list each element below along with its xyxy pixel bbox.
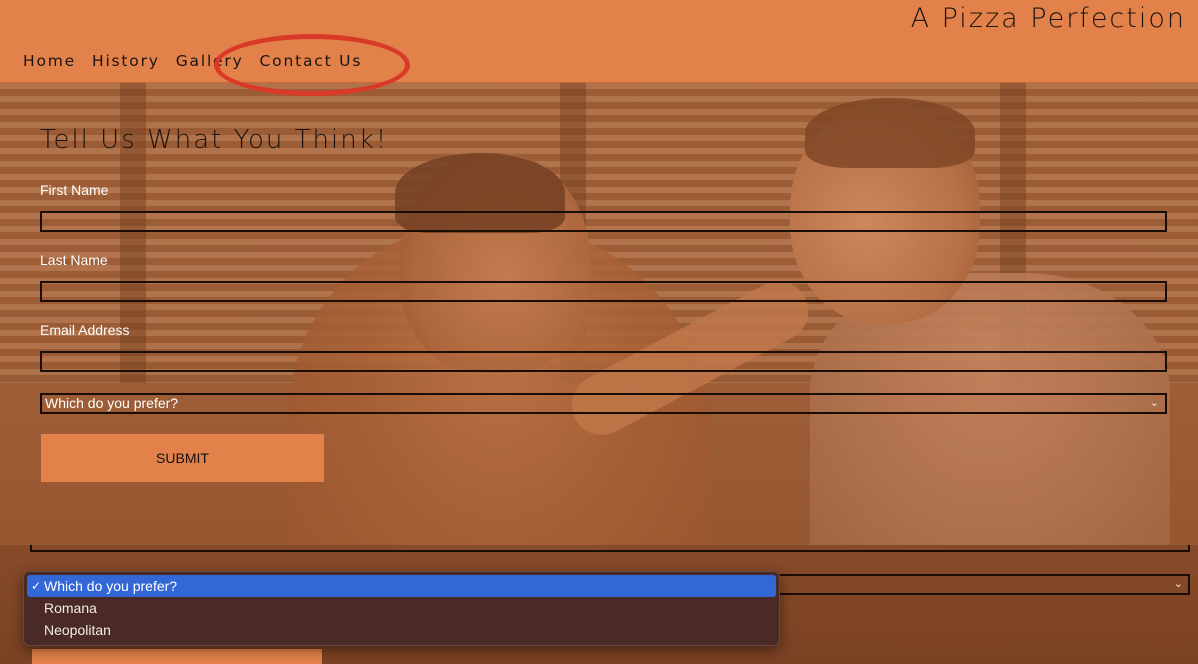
email-field[interactable] [40, 351, 1167, 372]
nav-home[interactable]: Home [23, 52, 76, 70]
site-header: A Pizza Perfection Home History Gallery … [0, 0, 1198, 83]
site-title: A Pizza Perfection [910, 3, 1186, 34]
first-name-field[interactable] [40, 211, 1167, 232]
nav-history[interactable]: History [92, 52, 160, 70]
main-nav: Home History Gallery Contact Us [23, 52, 378, 70]
dropdown-option-neopolitan[interactable]: Neopolitan [27, 619, 776, 641]
option-label: Neopolitan [44, 622, 111, 638]
submit-button-duplicate[interactable] [32, 649, 322, 664]
preference-select-duplicate[interactable]: ⌄ [776, 574, 1190, 595]
email-label: Email Address [40, 322, 130, 338]
form-title: Tell Us What You Think! [40, 125, 389, 155]
nav-contact-us[interactable]: Contact Us [260, 52, 363, 70]
dropdown-option-placeholder[interactable]: ✓ Which do you prefer? [27, 575, 776, 597]
option-label: Romana [44, 600, 97, 616]
dropdown-option-romana[interactable]: Romana [27, 597, 776, 619]
option-label: Which do you prefer? [44, 578, 178, 594]
preference-dropdown-list: ✓ Which do you prefer? Romana Neopolitan [23, 571, 780, 646]
last-name-field[interactable] [40, 281, 1167, 302]
chevron-down-icon: ⌄ [1173, 578, 1183, 590]
field-edge [30, 545, 1190, 552]
preference-select[interactable]: Which do you prefer? ⌄ [40, 393, 1167, 414]
first-name-label: First Name [40, 182, 109, 198]
preference-select-value: Which do you prefer? [45, 395, 179, 411]
last-name-label: Last Name [40, 252, 108, 268]
submit-button[interactable]: SUBMIT [41, 434, 324, 482]
checkmark-icon: ✓ [31, 579, 42, 593]
nav-gallery[interactable]: Gallery [176, 52, 244, 70]
chevron-down-icon: ⌄ [1149, 397, 1159, 409]
